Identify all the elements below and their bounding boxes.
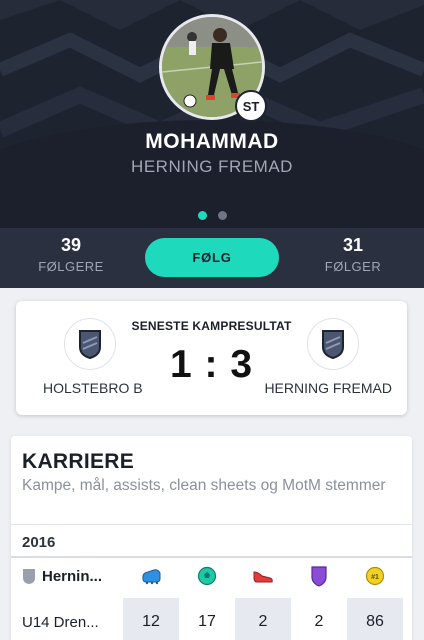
clean-sheets-value: 2	[314, 613, 324, 630]
page-dot-active[interactable]	[197, 211, 207, 220]
assists-value: 2	[235, 598, 291, 640]
boot-icon	[142, 569, 161, 585]
svg-text:#1: #1	[371, 574, 379, 581]
player-club[interactable]: HERNING FREMAD	[0, 157, 424, 177]
career-year: 2016	[22, 534, 56, 551]
divider	[11, 524, 412, 525]
career-title: KARRIERE	[22, 450, 135, 473]
col-motm: #1	[347, 558, 403, 594]
motm-value: 86	[347, 598, 403, 640]
shield-icon	[311, 566, 327, 587]
follow-button[interactable]: FØLG	[145, 238, 279, 277]
competition-label: U14 Dren...	[22, 613, 99, 631]
col-clean-sheets	[291, 558, 347, 594]
last-match-card[interactable]: SENESTE KAMPRESULTAT 1 : 3 HOLSTEBRO B H…	[16, 301, 407, 415]
col-assists	[235, 558, 291, 594]
team-shield-icon	[23, 568, 35, 584]
goals-value: 17	[198, 613, 216, 630]
profile-header: ST MOHAMMAD HERNING FREMAD	[0, 0, 424, 228]
col-matches	[123, 558, 179, 594]
competition-name: U14 Dren...	[11, 614, 123, 631]
followers-label: FØLGERE	[38, 259, 104, 274]
page-indicator	[0, 211, 424, 220]
ball-icon	[197, 566, 217, 586]
position-badge: ST	[235, 90, 267, 122]
col-goals	[179, 558, 235, 594]
career-stats-row[interactable]: U14 Dren... 12 17 2 2 86	[11, 598, 412, 640]
following-stat[interactable]: 31 FØLGER	[293, 234, 413, 274]
away-team-name: HERNING FREMAD	[264, 380, 392, 396]
following-count: 31	[342, 235, 364, 255]
following-label: FØLGER	[324, 259, 382, 274]
page-dot[interactable]	[217, 211, 227, 220]
matches-value: 12	[123, 598, 179, 640]
career-card: KARRIERE Kampe, mål, assists, clean shee…	[11, 436, 412, 640]
home-team-name: HOLSTEBRO B	[43, 380, 143, 396]
assist-boot-icon	[253, 571, 273, 583]
team-name-short: Hernin...	[42, 567, 103, 585]
team-cell: Hernin...	[11, 568, 123, 585]
career-header-row[interactable]: Hernin... #1	[11, 556, 412, 594]
followers-count: 39	[60, 235, 82, 255]
player-avatar-wrapper: ST	[159, 14, 267, 122]
player-name: MOHAMMAD	[145, 130, 279, 153]
followers-stat[interactable]: 39 FØLGERE	[11, 234, 131, 274]
motm-medal-icon: #1	[365, 566, 385, 586]
career-subtitle: Kampe, mål, assists, clean sheets og Mot…	[22, 477, 386, 494]
